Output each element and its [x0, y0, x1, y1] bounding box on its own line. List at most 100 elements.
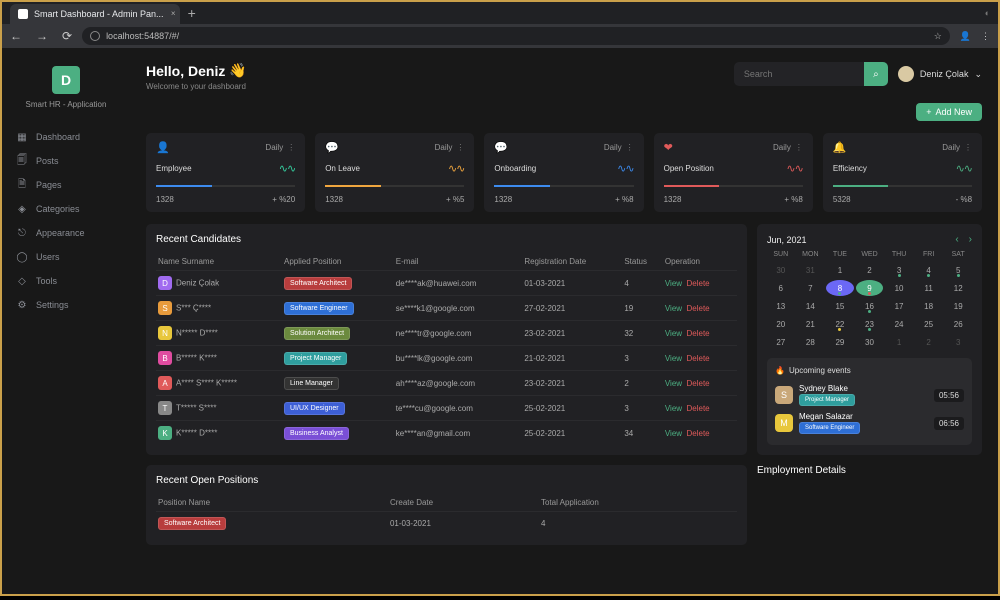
cal-day[interactable]: 5	[944, 262, 972, 278]
cal-day-other[interactable]: 31	[797, 262, 825, 278]
cal-day[interactable]: 10	[885, 280, 913, 296]
delete-link[interactable]: Delete	[687, 429, 710, 438]
cal-day[interactable]: 17	[885, 298, 913, 314]
delete-link[interactable]: Delete	[687, 404, 710, 413]
view-link[interactable]: View	[665, 404, 682, 413]
view-link[interactable]: View	[665, 354, 682, 363]
user-menu[interactable]: Deniz Çolak ⌄	[898, 66, 982, 82]
cal-day[interactable]: 15	[826, 298, 854, 314]
weekday-label: SAT	[944, 251, 972, 258]
view-link[interactable]: View	[665, 279, 682, 288]
card-menu-icon[interactable]: ⋮	[626, 143, 634, 152]
stat-icon: 👤	[156, 141, 170, 154]
cal-day[interactable]: 12	[944, 280, 972, 296]
add-new-button[interactable]: +Add New	[916, 103, 982, 121]
col-header: Create Date	[388, 494, 539, 512]
cal-day[interactable]: 3	[885, 262, 913, 278]
cal-day-other[interactable]: 1	[885, 334, 913, 350]
address-bar[interactable]: localhost:54887/#/ ☆	[82, 27, 950, 45]
row-avatar: B	[158, 351, 172, 365]
back-icon[interactable]: ←	[10, 29, 22, 43]
delete-link[interactable]: Delete	[687, 279, 710, 288]
cal-day[interactable]: 20	[767, 316, 795, 332]
view-link[interactable]: View	[665, 329, 682, 338]
cal-day[interactable]: 8	[826, 280, 854, 296]
cal-day[interactable]: 18	[915, 298, 943, 314]
stat-title: Open Position	[664, 164, 714, 173]
cal-day[interactable]: 11	[915, 280, 943, 296]
view-link[interactable]: View	[665, 379, 682, 388]
cal-day[interactable]: 30	[856, 334, 884, 350]
cal-day[interactable]: 26	[944, 316, 972, 332]
chevron-down-icon: ⌄	[974, 69, 982, 80]
cal-day[interactable]: 24	[885, 316, 913, 332]
delete-link[interactable]: Delete	[687, 304, 710, 313]
sidebar-item-dashboard[interactable]: ▦Dashboard	[2, 125, 130, 149]
cal-day[interactable]: 21	[797, 316, 825, 332]
sidebar-item-users[interactable]: ◯Users	[2, 245, 130, 269]
browser-tab[interactable]: Smart Dashboard - Admin Pan... ×	[10, 4, 180, 24]
panel-title: Recent Candidates	[156, 234, 737, 245]
sidebar-item-settings[interactable]: ⚙Settings	[2, 293, 130, 317]
sparkline-icon: ∿∿	[279, 162, 295, 175]
row-avatar: T	[158, 401, 172, 415]
employment-details-title: Employment Details	[757, 465, 982, 476]
menu-icon[interactable]: ⋮	[981, 31, 990, 42]
cal-day[interactable]: 16	[856, 298, 884, 314]
sparkline-icon: ∿∿	[617, 162, 633, 175]
event-time: 05:56	[934, 389, 964, 402]
cal-day[interactable]: 13	[767, 298, 795, 314]
star-icon[interactable]: ☆	[934, 31, 942, 42]
cal-day[interactable]: 1	[826, 262, 854, 278]
cal-day-other[interactable]: 2	[915, 334, 943, 350]
close-icon[interactable]: ×	[171, 9, 176, 18]
delete-link[interactable]: Delete	[687, 354, 710, 363]
forward-icon[interactable]: →	[36, 29, 48, 43]
stat-title: Employee	[156, 164, 192, 173]
cal-day-other[interactable]: 3	[944, 334, 972, 350]
card-menu-icon[interactable]: ⋮	[456, 143, 464, 152]
search-button[interactable]: ⌕	[864, 62, 888, 86]
cal-day[interactable]: 23	[856, 316, 884, 332]
app-logo[interactable]: D	[52, 66, 80, 94]
cal-day[interactable]: 22	[826, 316, 854, 332]
cal-day[interactable]: 29	[826, 334, 854, 350]
view-link[interactable]: View	[665, 429, 682, 438]
delete-link[interactable]: Delete	[687, 379, 710, 388]
sidebar-item-tools[interactable]: ◇Tools	[2, 269, 130, 293]
cal-day[interactable]: 14	[797, 298, 825, 314]
position-tag: Software Engineer	[284, 302, 354, 315]
cal-day[interactable]: 2	[856, 262, 884, 278]
cal-day[interactable]: 19	[944, 298, 972, 314]
pages-icon: 🗎	[16, 179, 28, 191]
cal-day[interactable]: 28	[797, 334, 825, 350]
event-item[interactable]: SSydney BlakeProject Manager05:56	[775, 381, 964, 409]
cal-day[interactable]: 7	[797, 280, 825, 296]
card-menu-icon[interactable]: ⋮	[287, 143, 295, 152]
event-item[interactable]: MMegan SalazarSoftware Engineer06:56	[775, 409, 964, 437]
search-input[interactable]	[734, 62, 864, 86]
sidebar-item-pages[interactable]: 🗎Pages	[2, 173, 130, 197]
cal-day[interactable]: 6	[767, 280, 795, 296]
card-menu-icon[interactable]: ⋮	[795, 143, 803, 152]
cal-day[interactable]: 25	[915, 316, 943, 332]
sidebar-item-posts[interactable]: 🗐Posts	[2, 149, 130, 173]
brand-name: Smart HR - Application	[26, 100, 107, 109]
delete-link[interactable]: Delete	[687, 329, 710, 338]
cal-day[interactable]: 4	[915, 262, 943, 278]
profile-icon[interactable]: 👤	[960, 31, 971, 42]
reload-icon[interactable]: ⟳	[62, 29, 72, 43]
cal-day[interactable]: 27	[767, 334, 795, 350]
cal-day-other[interactable]: 30	[767, 262, 795, 278]
sidebar-item-appearance[interactable]: ⎋Appearance	[2, 221, 130, 245]
new-tab-button[interactable]: +	[188, 5, 196, 21]
fire-icon: 🔥	[775, 366, 785, 375]
cal-day[interactable]: 9	[856, 280, 884, 296]
view-link[interactable]: View	[665, 304, 682, 313]
cal-prev-icon[interactable]: ‹	[955, 234, 958, 245]
cal-next-icon[interactable]: ›	[969, 234, 972, 245]
sidebar-item-categories[interactable]: ◈Categories	[2, 197, 130, 221]
stat-card-on-leave: 💬Daily⋮On Leave∿∿1328+ %5	[315, 133, 474, 212]
site-info-icon[interactable]	[90, 31, 100, 41]
card-menu-icon[interactable]: ⋮	[964, 143, 972, 152]
